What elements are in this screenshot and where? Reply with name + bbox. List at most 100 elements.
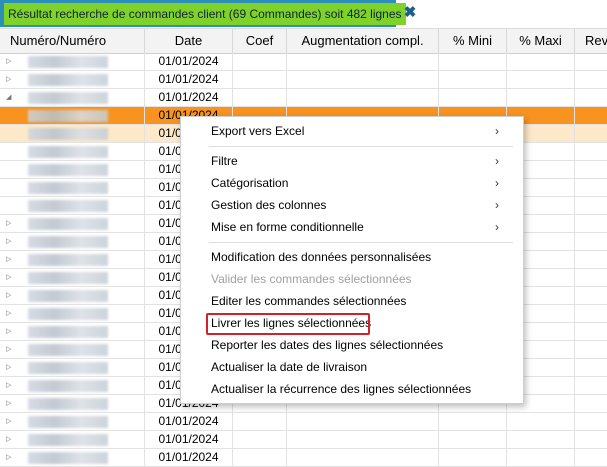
cell-empty — [233, 89, 287, 106]
cell-date: 01/01/2024 — [145, 71, 233, 88]
cell-empty — [575, 377, 607, 394]
expand-arrow-icon[interactable]: ▷ — [6, 377, 16, 394]
expand-arrow-icon[interactable]: ▷ — [6, 71, 16, 88]
expand-arrow-icon[interactable]: ▷ — [6, 431, 16, 448]
expand-arrow-icon[interactable]: ▷ — [6, 449, 16, 466]
cell-empty — [575, 449, 607, 466]
cell-empty — [575, 233, 607, 250]
redacted-value — [28, 452, 108, 464]
column-header-numero[interactable]: Numéro/Numéro — [0, 29, 145, 53]
cell-numero: ▷ — [0, 323, 145, 340]
cell-numero: ▷ — [0, 377, 145, 394]
expand-arrow-icon[interactable]: ▷ — [6, 233, 16, 250]
cell-empty — [287, 413, 439, 430]
column-header-maxi[interactable]: % Maxi — [507, 29, 575, 53]
redacted-value — [28, 326, 108, 338]
expand-arrow-icon[interactable]: ▷ — [6, 215, 16, 232]
expand-arrow-icon — [6, 125, 16, 142]
redacted-value — [28, 146, 108, 158]
menu-item-reporter[interactable]: Reporter les dates des lignes sélectionn… — [211, 335, 511, 355]
menu-item-categorisation[interactable]: Catégorisation › — [211, 173, 511, 193]
menu-separator — [209, 242, 513, 243]
table-row[interactable]: ▷ 01/01/2024 — [0, 53, 607, 71]
menu-item-actualiser-date[interactable]: Actualiser la date de livraison — [211, 357, 511, 377]
menu-item-actualiser-recurrence[interactable]: Actualiser la récurrence des lignes séle… — [211, 379, 511, 399]
expand-arrow-icon[interactable]: ▷ — [6, 341, 16, 358]
redacted-value — [28, 92, 108, 104]
column-header-augmentation[interactable]: Augmentation compl. — [287, 29, 439, 53]
table-row[interactable]: ▷ 01/01/2024 — [0, 413, 607, 431]
redacted-value — [28, 434, 108, 446]
redacted-value — [28, 236, 108, 248]
title-bar: Résultat recherche de commandes client (… — [0, 0, 607, 27]
cell-empty — [575, 395, 607, 412]
result-tab[interactable]: Résultat recherche de commandes client (… — [0, 0, 406, 27]
submenu-arrow-icon: › — [495, 220, 499, 234]
cell-date: 01/01/2024 — [145, 53, 233, 70]
grid-header: Numéro/Numéro Date Coef Augmentation com… — [0, 28, 607, 54]
submenu-arrow-icon: › — [495, 124, 499, 138]
redacted-value — [28, 380, 108, 392]
menu-separator — [209, 146, 513, 147]
cell-empty — [575, 71, 607, 88]
column-header-mini[interactable]: % Mini — [439, 29, 507, 53]
cell-numero: ▷ — [0, 53, 145, 70]
menu-item-gestion-colonnes[interactable]: Gestion des colonnes › — [211, 195, 511, 215]
close-icon[interactable]: ✖ — [402, 4, 418, 22]
menu-item-label: Gestion des colonnes — [211, 198, 327, 212]
menu-item-filtre[interactable]: Filtre › — [211, 151, 511, 171]
table-row[interactable]: ▷ 01/01/2024 — [0, 431, 607, 449]
result-title: Résultat recherche de commandes client (… — [4, 2, 406, 25]
cell-empty — [439, 71, 507, 88]
expand-arrow-icon[interactable]: ▷ — [6, 323, 16, 340]
cell-empty — [507, 53, 575, 70]
cell-empty — [575, 287, 607, 304]
expand-arrow-icon[interactable]: ▷ — [6, 53, 16, 70]
expand-arrow-icon[interactable]: ▷ — [6, 251, 16, 268]
cell-numero — [0, 161, 145, 178]
menu-item-label: Catégorisation — [211, 176, 289, 190]
expand-arrow-icon[interactable]: ▷ — [6, 287, 16, 304]
table-row[interactable]: ◢ 01/01/2024 — [0, 89, 607, 107]
expand-arrow-icon — [6, 197, 16, 214]
cell-empty — [575, 215, 607, 232]
collapse-arrow-icon[interactable]: ◢ — [6, 89, 16, 106]
menu-item-editer[interactable]: Editer les commandes sélectionnées — [211, 291, 511, 311]
redacted-value — [28, 74, 108, 86]
cell-numero: ▷ — [0, 71, 145, 88]
cell-empty — [507, 89, 575, 106]
cell-empty — [575, 179, 607, 196]
cell-empty — [575, 125, 607, 142]
menu-item-mise-en-forme[interactable]: Mise en forme conditionnelle › — [211, 217, 511, 237]
expand-arrow-icon — [6, 161, 16, 178]
expand-arrow-icon[interactable]: ▷ — [6, 395, 16, 412]
redacted-value — [28, 416, 108, 428]
menu-item-label: Filtre — [211, 154, 238, 168]
expand-arrow-icon[interactable]: ▷ — [6, 413, 16, 430]
column-header-coef[interactable]: Coef — [233, 29, 287, 53]
redacted-value — [28, 344, 108, 356]
table-row[interactable]: ▷ 01/01/2024 — [0, 449, 607, 467]
redacted-value — [28, 110, 108, 122]
column-header-rev[interactable]: Rev — [575, 29, 607, 53]
cell-empty — [575, 269, 607, 286]
cell-numero: ▷ — [0, 395, 145, 412]
column-header-date[interactable]: Date — [145, 29, 233, 53]
cell-empty — [575, 161, 607, 178]
expand-arrow-icon[interactable]: ▷ — [6, 359, 16, 376]
redacted-value — [28, 362, 108, 374]
table-row[interactable]: ▷ 01/01/2024 — [0, 71, 607, 89]
menu-item-export[interactable]: Export vers Excel › — [211, 121, 511, 141]
expand-arrow-icon[interactable]: ▷ — [6, 305, 16, 322]
cell-empty — [575, 431, 607, 448]
submenu-arrow-icon: › — [495, 176, 499, 190]
expand-arrow-icon[interactable]: ▷ — [6, 269, 16, 286]
redacted-value — [28, 290, 108, 302]
cell-empty — [439, 89, 507, 106]
cell-numero: ▷ — [0, 413, 145, 430]
menu-item-modification[interactable]: Modification des données personnalisées — [211, 247, 511, 267]
cell-empty — [575, 359, 607, 376]
cell-numero: ▷ — [0, 287, 145, 304]
cell-date: 01/01/2024 — [145, 431, 233, 448]
submenu-arrow-icon: › — [495, 154, 499, 168]
